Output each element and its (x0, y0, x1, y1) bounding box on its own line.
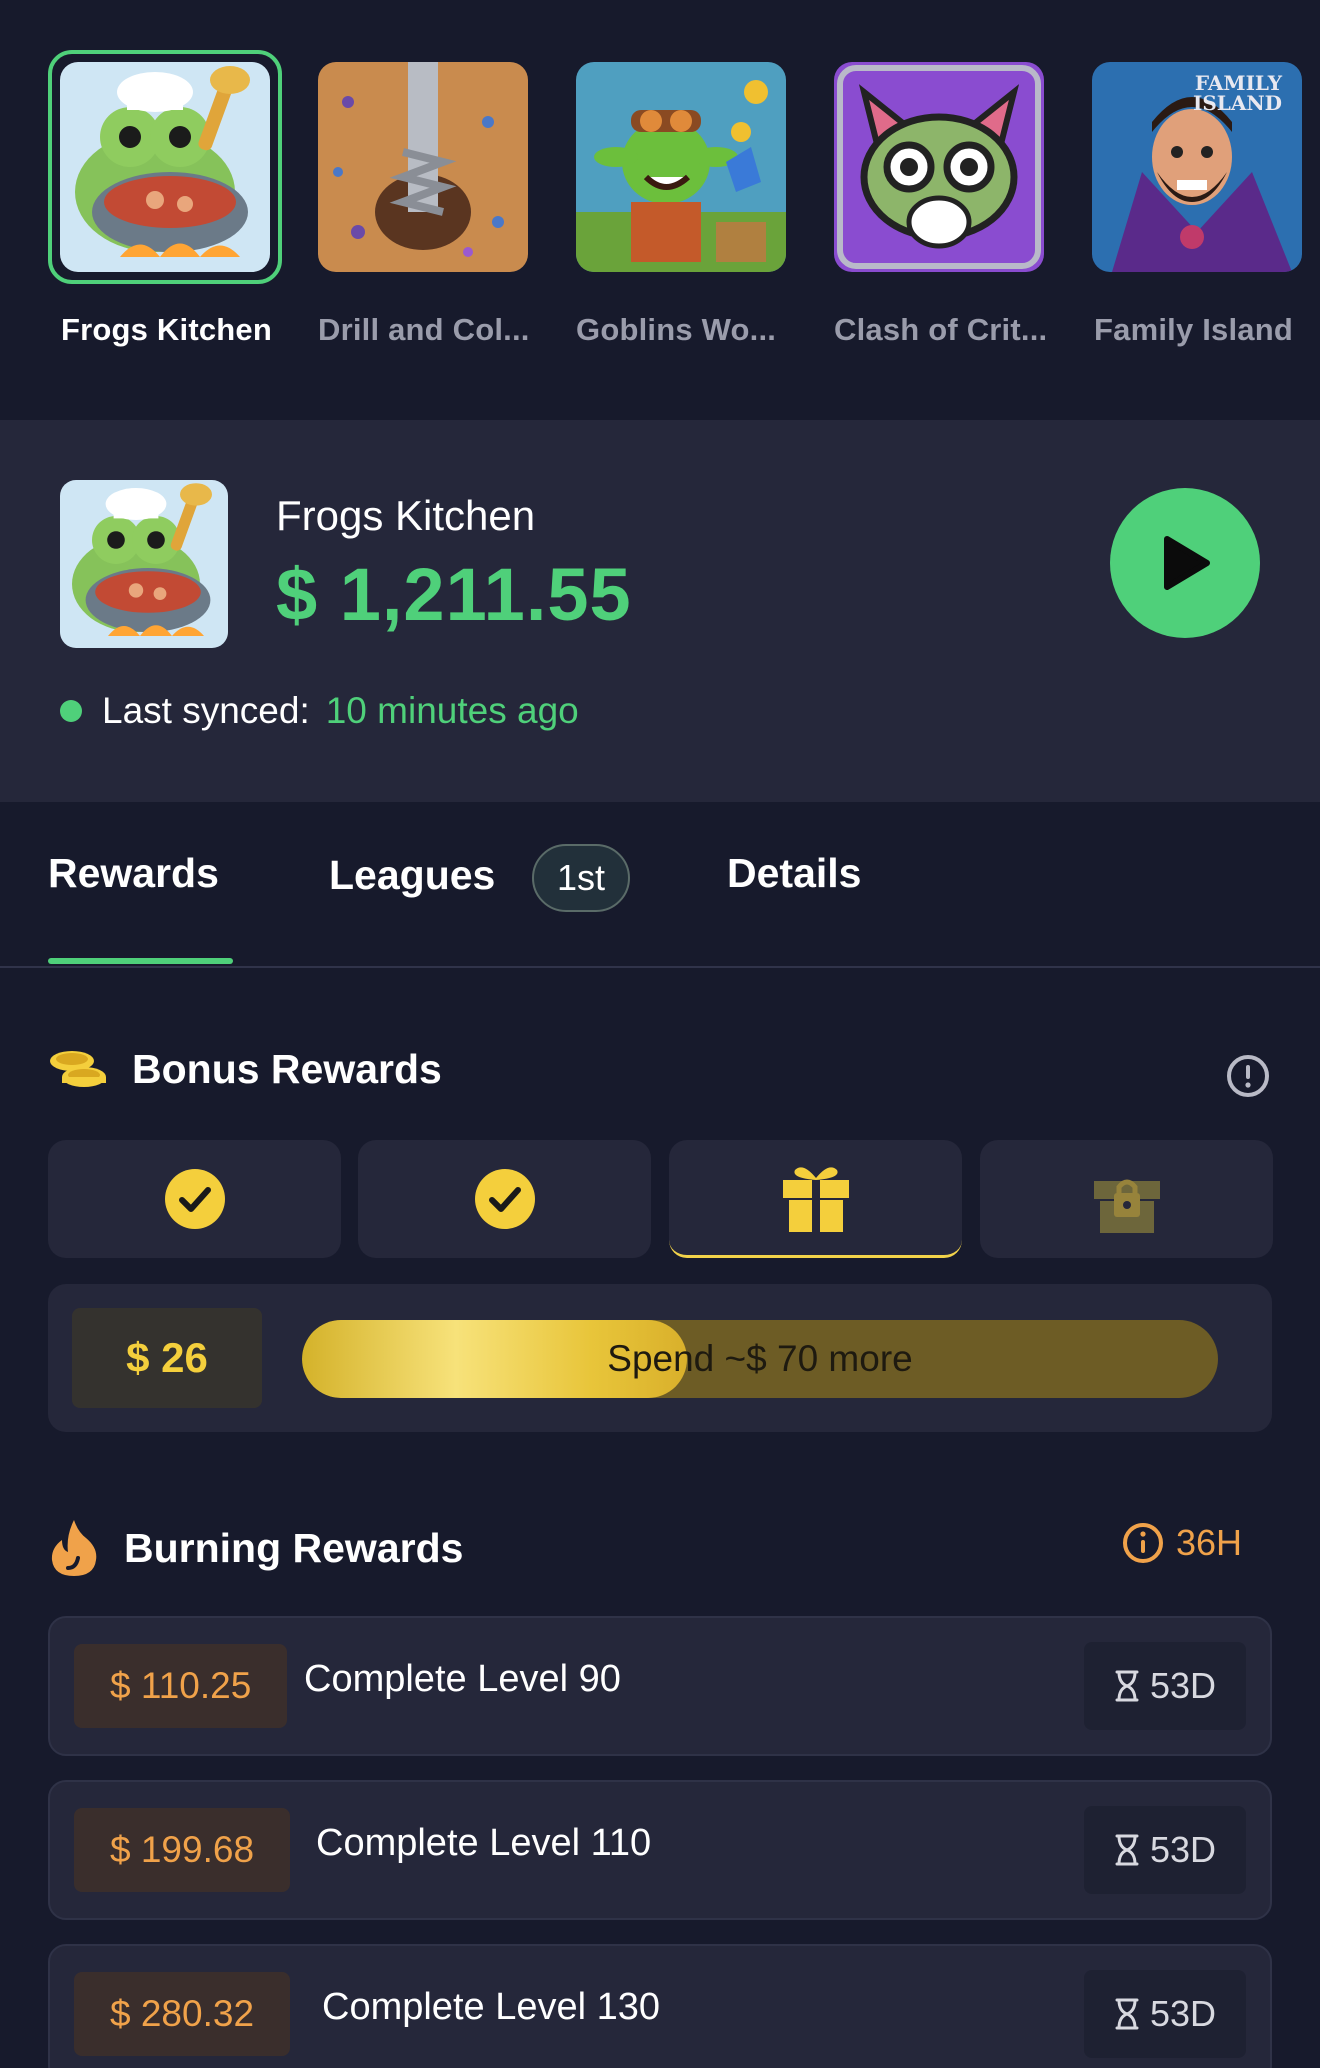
bonus-amount: $ 26 (72, 1308, 262, 1408)
bonus-progress-bar: Spend ~$ 70 more (302, 1320, 1218, 1398)
reward-task: Complete Level 110 (316, 1822, 652, 1864)
bonus-slot-gift[interactable] (669, 1140, 962, 1258)
burning-reward-item[interactable]: $ 110.25 Complete Level 90 53D (48, 1616, 1272, 1756)
reward-deadline: 53D (1084, 1970, 1246, 2058)
bonus-slot-claimed (358, 1140, 651, 1258)
reward-task: Complete Level 130 (322, 1986, 660, 2028)
status-dot-icon (60, 700, 82, 722)
reward-amount: $ 199.68 (74, 1808, 291, 1892)
locked-gift-icon (1093, 1179, 1160, 1233)
game-name: Goblins Wo... (576, 312, 777, 347)
coins-icon (50, 1050, 106, 1087)
progress-text: Spend ~$ 70 more (607, 1338, 913, 1379)
bonus-rewards-header: Bonus Rewards (48, 1046, 442, 1093)
deadline-value: 53D (1149, 1829, 1217, 1870)
game-carousel: Frogs Kitchen Drill and Col... Goblins W… (0, 0, 1320, 420)
info-button[interactable] (1226, 1054, 1270, 1103)
flame-icon (51, 1520, 97, 1576)
bonus-slot-claimed (48, 1140, 341, 1258)
game-name: Frogs Kitchen (61, 312, 273, 347)
section-title: Bonus Rewards (132, 1046, 442, 1092)
check-circle-icon (164, 1169, 225, 1229)
tab-rewards[interactable]: Rewards (48, 850, 219, 897)
game-name: Family Island (1094, 312, 1293, 347)
bonus-progress-card: $ 26 Spend ~$ 70 more (48, 1284, 1272, 1432)
goblin-icon (576, 62, 786, 272)
burning-reward-item[interactable]: $ 280.32 Complete Level 130 53D (48, 1944, 1272, 2068)
game-name: Clash of Crit... (834, 312, 1048, 347)
reward-deadline: 53D (1084, 1642, 1246, 1730)
play-icon (1164, 536, 1210, 590)
game-thumb-frame (48, 50, 282, 284)
section-title: Burning Rewards (124, 1524, 464, 1571)
info-icon (1227, 1055, 1269, 1097)
frog-chef-icon (60, 480, 228, 648)
game-name: Drill and Col... (318, 312, 530, 347)
featured-game-name: Frogs Kitchen (276, 492, 536, 539)
sync-value: 10 minutes ago (325, 690, 579, 731)
burning-reward-item[interactable]: $ 199.68 Complete Level 110 53D (48, 1780, 1272, 1920)
play-button[interactable] (1110, 488, 1260, 638)
sync-status: Last synced: 10 minutes ago (60, 690, 579, 732)
featured-earnings: $ 1,211.55 (276, 553, 632, 636)
drill-icon (318, 62, 528, 272)
tab-leagues[interactable]: Leagues (329, 852, 495, 899)
svg-text:ISLAND: ISLAND (1193, 91, 1282, 115)
family-island-icon: FAMILY ISLAND (1092, 62, 1302, 272)
tab-bar: Rewards Leagues 1st Details (0, 802, 1320, 968)
reward-amount: $ 110.25 (74, 1644, 288, 1728)
deadline-value: 53D (1149, 1993, 1217, 2034)
gift-icon (782, 1166, 849, 1232)
deadline-value: 53D (1149, 1665, 1217, 1706)
burning-timer[interactable]: 36H (1122, 1522, 1242, 1564)
burning-rewards-header: Burning Rewards (48, 1518, 463, 1578)
info-icon (1123, 1523, 1163, 1563)
timer-value: 36H (1176, 1522, 1243, 1563)
frog-chef-icon (60, 62, 270, 272)
sync-label: Last synced: (102, 690, 310, 731)
tab-details[interactable]: Details (727, 850, 861, 897)
featured-game-panel: Frogs Kitchen $ 1,211.55 Last synced: 10… (0, 420, 1320, 802)
hourglass-icon (1115, 1834, 1139, 1866)
reward-deadline: 53D (1084, 1806, 1246, 1894)
reward-amount: $ 280.32 (74, 1972, 291, 2056)
hourglass-icon (1115, 1998, 1139, 2030)
active-tab-indicator (48, 958, 233, 964)
reward-task: Complete Level 90 (304, 1658, 621, 1700)
hourglass-icon (1115, 1670, 1139, 1702)
critter-icon (834, 62, 1044, 272)
bonus-slot-locked (980, 1140, 1273, 1258)
league-rank-badge: 1st (532, 844, 630, 912)
check-circle-icon (474, 1169, 535, 1229)
